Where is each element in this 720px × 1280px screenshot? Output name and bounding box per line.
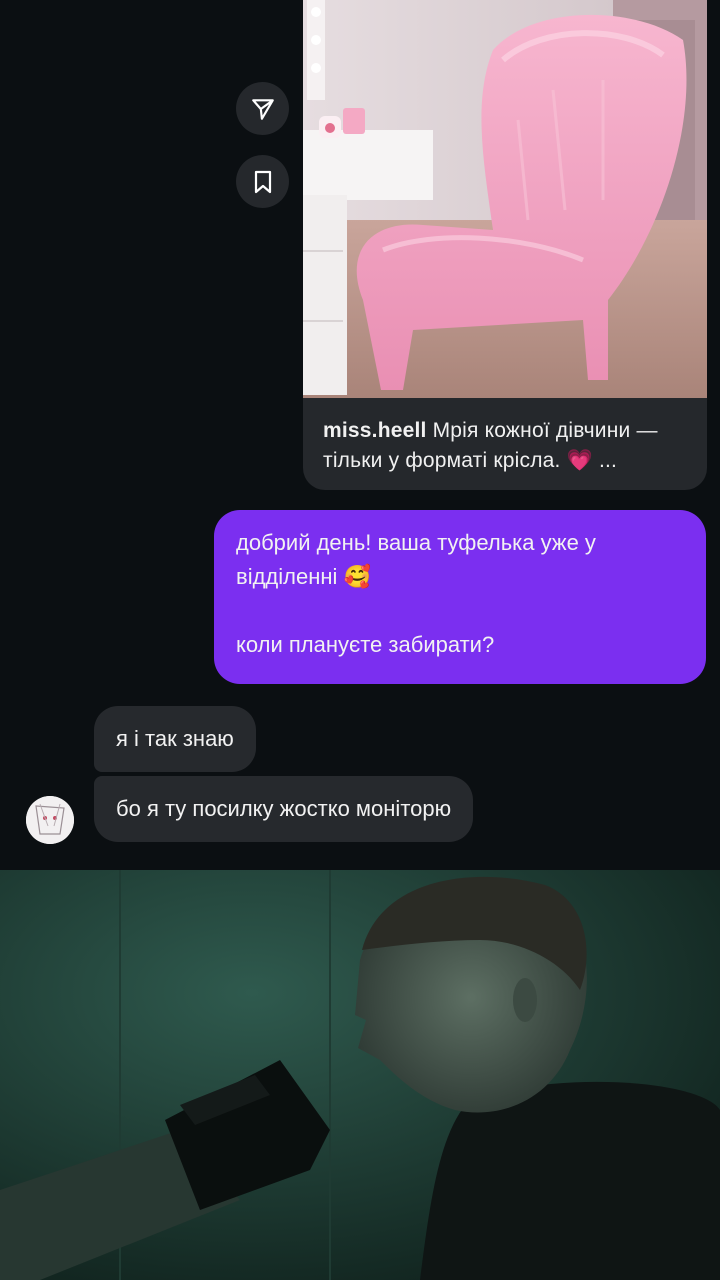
send-icon <box>251 98 274 120</box>
shared-post-card[interactable]: miss.heell Мрія кожної дівчини — тільки … <box>303 0 707 490</box>
bookmark-icon <box>254 170 271 193</box>
outgoing-message-line: добрий день! ваша туфелька уже у відділе… <box>236 530 596 589</box>
reaction-image <box>0 870 720 1280</box>
post-caption: miss.heell Мрія кожної дівчини — тільки … <box>323 416 691 476</box>
save-button[interactable] <box>236 155 289 208</box>
post-author[interactable]: miss.heell <box>323 419 427 442</box>
share-button[interactable] <box>236 82 289 135</box>
post-image[interactable] <box>303 0 707 398</box>
outgoing-message-line: коли плануєте забирати? <box>236 632 495 657</box>
incoming-message-text: я і так знаю <box>116 726 234 751</box>
chat-thread: miss.heell Мрія кожної дівчини — тільки … <box>0 0 720 870</box>
incoming-message-text: бо я ту посилку жостко моніторю <box>116 796 452 821</box>
incoming-message[interactable]: я і так знаю <box>94 706 256 772</box>
incoming-message[interactable]: бо я ту посилку жостко моніторю <box>94 776 474 842</box>
outgoing-message[interactable]: добрий день! ваша туфелька уже у відділе… <box>214 510 706 684</box>
avatar[interactable] <box>26 796 74 844</box>
